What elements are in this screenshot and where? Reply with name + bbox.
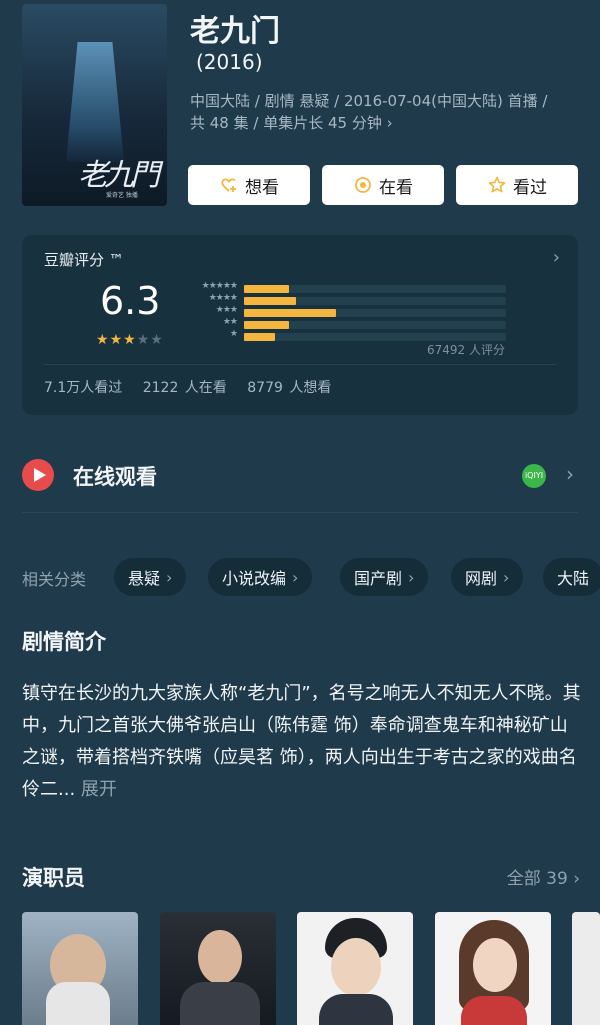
synopsis-text: 镇守在长沙的九大家族人称“老九门”，名号之响无人不知无人不晓。其中，九门之首张大… (22, 678, 582, 806)
watched-label: 看过 (513, 177, 547, 198)
star-level-label: ★★★ (215, 305, 238, 315)
meta-line-2: 共 48 集 / 单集片长 45 分钟 › (190, 114, 393, 132)
rating-distribution: ★★★★★ ★★★★ ★★★ ★★ ★ (187, 281, 507, 343)
star-level-label: ★ (229, 329, 238, 339)
want-to-watch-button[interactable]: 想看 (188, 165, 310, 205)
meta-line-1: 中国大陆 / 剧情 悬疑 / 2016-07-04(中国大陆) 首播 / (190, 92, 548, 110)
chevron-right-icon: › (292, 567, 299, 587)
star-empty-icon: ★ (150, 332, 164, 348)
watching-label: 在看 (379, 177, 413, 198)
cast-beard (46, 982, 110, 1025)
cast-body (180, 982, 260, 1025)
chevron-right-icon: › (503, 567, 510, 587)
chevron-right-icon: › (552, 247, 560, 268)
iqiyi-icon: iQIYI (522, 464, 546, 488)
chip-label: 国产剧 (354, 569, 403, 588)
star-level-label: ★★★★ (208, 293, 238, 303)
chip-label: 大陆 (557, 569, 590, 588)
rating-bar-fill (244, 321, 289, 329)
rating-card[interactable]: 豆瓣评分 ™ › 6.3 ★★★★★ ★★★★★ ★★★★ ★★★ ★★ ★ 6… (22, 235, 578, 415)
rating-score: 6.3 (100, 279, 161, 323)
target-icon (353, 175, 373, 195)
star-empty-icon: ★ (136, 332, 151, 348)
audience-stats: 7.1万人看过 2122 人在看 8779 人想看 (44, 377, 345, 397)
watching-count: 2122 人在看 (142, 380, 227, 396)
rating-source-label: 豆瓣评分 ™ (44, 251, 124, 269)
category-chip-novel-adaptation[interactable]: 小说改编 › (208, 558, 313, 596)
chip-label: 悬疑 (128, 569, 161, 588)
category-chip-suspense[interactable]: 悬疑 › (114, 558, 187, 596)
watching-button[interactable]: 在看 (322, 165, 444, 205)
rating-stars: ★★★★★ (96, 332, 164, 348)
online-watch-row[interactable]: 在线观看 iQIYI › (22, 450, 578, 504)
poster-art (66, 42, 124, 162)
chip-label: 小说改编 (222, 569, 287, 588)
rating-bar-track (244, 297, 506, 305)
star-filled-icon: ★ (109, 332, 124, 348)
divider (44, 364, 556, 365)
category-chip-web-series[interactable]: 网剧 › (451, 558, 524, 596)
chevron-right-icon: › (566, 462, 574, 486)
chip-label: 网剧 (465, 569, 498, 588)
show-year: (2016) (196, 50, 263, 74)
chevron-right-icon: › (408, 567, 415, 587)
rating-count: 67492 人评分 (427, 343, 505, 357)
add-heart-icon (219, 175, 239, 195)
movie-detail-page: 老九門 爱奇艺 独播 老九门 (2016) 中国大陆 / 剧情 悬疑 / 201… (0, 0, 600, 1025)
rating-bar-track (244, 285, 506, 293)
rating-bar-fill (244, 297, 297, 305)
cast-body (461, 996, 527, 1025)
play-icon (22, 459, 54, 491)
cast-body (319, 994, 393, 1025)
cast-photo[interactable] (435, 912, 551, 1025)
rating-bar-track (244, 309, 506, 317)
cast-photo[interactable] (297, 912, 413, 1025)
watched-button[interactable]: 看过 (456, 165, 578, 205)
divider (22, 512, 578, 513)
category-chip-domestic[interactable]: 国产剧 › (340, 558, 429, 596)
rating-bar-track (244, 321, 506, 329)
cast-face (473, 938, 517, 992)
watched-count: 7.1万人看过 (44, 380, 123, 396)
rating-bar-fill (244, 309, 336, 317)
cast-all-link[interactable]: 全部 39 › (507, 864, 580, 889)
category-chip-mainland[interactable]: 大陆 (543, 558, 600, 596)
poster-subtitle: 爱奇艺 独播 (106, 192, 138, 199)
star-filled-icon: ★ (123, 332, 137, 348)
rating-bar-fill (244, 333, 276, 341)
star-level-label: ★★★★★ (201, 281, 238, 291)
want-to-watch-label: 想看 (245, 177, 279, 198)
want-count: 8779 人想看 (247, 380, 332, 396)
poster-image[interactable]: 老九門 爱奇艺 独播 (22, 4, 167, 206)
rating-bar-fill (244, 285, 289, 293)
cast-photo[interactable] (160, 912, 276, 1025)
star-outline-icon (487, 175, 507, 195)
cast-face (198, 930, 242, 984)
expand-link[interactable]: 展开 (81, 779, 117, 800)
chevron-right-icon: › (166, 567, 173, 587)
show-title: 老九门 (190, 14, 280, 49)
poster-calligraphy: 老九門 (78, 158, 160, 193)
related-categories-label: 相关分类 (22, 570, 87, 589)
synopsis-title: 剧情简介 (22, 630, 106, 654)
cast-title: 演职员 (22, 866, 85, 890)
cast-photo[interactable] (572, 912, 600, 1025)
cast-face (331, 938, 381, 996)
star-filled-icon: ★ (96, 332, 110, 348)
online-watch-label: 在线观看 (73, 465, 157, 489)
star-level-label: ★★ (222, 317, 238, 327)
cast-photo[interactable] (22, 912, 138, 1025)
show-meta[interactable]: 中国大陆 / 剧情 悬疑 / 2016-07-04(中国大陆) 首播 / 共 4… (190, 90, 585, 134)
rating-bar-track (244, 333, 506, 341)
